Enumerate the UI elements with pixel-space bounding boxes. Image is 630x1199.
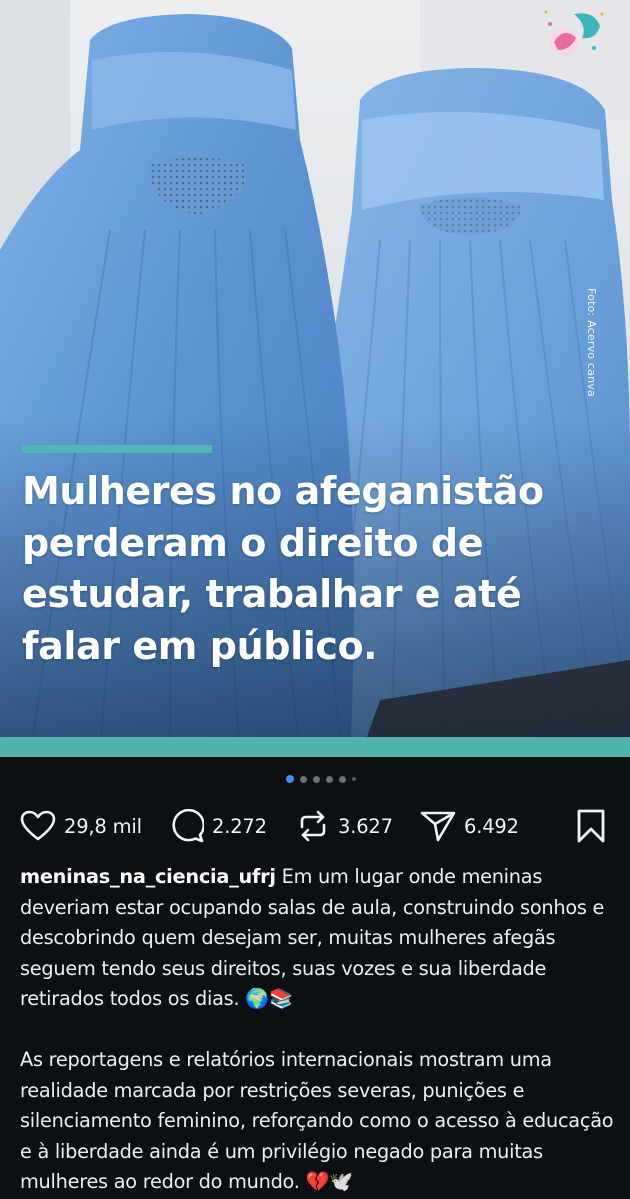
- bookmark-button[interactable]: [576, 804, 606, 848]
- share-count: 6.492: [464, 814, 519, 838]
- caption-paragraph: As reportagens e relatórios internaciona…: [20, 1048, 614, 1193]
- post-headline: Mulheres no afeganistão perderam o direi…: [22, 469, 544, 668]
- send-icon: [420, 811, 456, 842]
- post-caption: meninas_na_ciencia_ufrj Em um lugar onde…: [20, 862, 618, 1198]
- post-image[interactable]: Foto: Acervo canva Mulheres no afeganist…: [0, 0, 630, 757]
- like-button[interactable]: 29,8 mil: [20, 804, 142, 848]
- comment-bubble-icon: [172, 809, 204, 843]
- like-count: 29,8 mil: [64, 814, 142, 838]
- headline-accent-bar: [22, 445, 212, 453]
- carousel-dot: [300, 775, 307, 783]
- carousel-dot: [352, 777, 356, 781]
- carousel-indicator: [0, 773, 630, 785]
- comment-count: 2.272: [212, 814, 267, 838]
- carousel-dot: [326, 775, 333, 783]
- repost-count: 3.627: [338, 814, 393, 838]
- repost-button[interactable]: 3.627: [296, 804, 393, 848]
- post-actions: 29,8 mil 2.272 3.627 6.492: [0, 804, 630, 848]
- carousel-dot: [313, 775, 320, 783]
- share-button[interactable]: 6.492: [420, 804, 519, 848]
- meninas-na-ciencia-logo: [544, 10, 604, 56]
- teal-footer-band: [0, 737, 630, 757]
- photo-credit: Foto: Acervo canva: [585, 288, 598, 397]
- carousel-dot-active: [286, 775, 294, 783]
- caption-username[interactable]: meninas_na_ciencia_ufrj: [20, 865, 276, 888]
- repost-icon: [300, 810, 326, 842]
- caption-paragraph: meninas_na_ciencia_ufrj Em um lugar onde…: [20, 862, 618, 1015]
- bookmark-icon: [577, 809, 605, 843]
- comment-button[interactable]: 2.272: [170, 804, 267, 848]
- carousel-dot: [339, 775, 346, 783]
- heart-icon: [20, 810, 56, 841]
